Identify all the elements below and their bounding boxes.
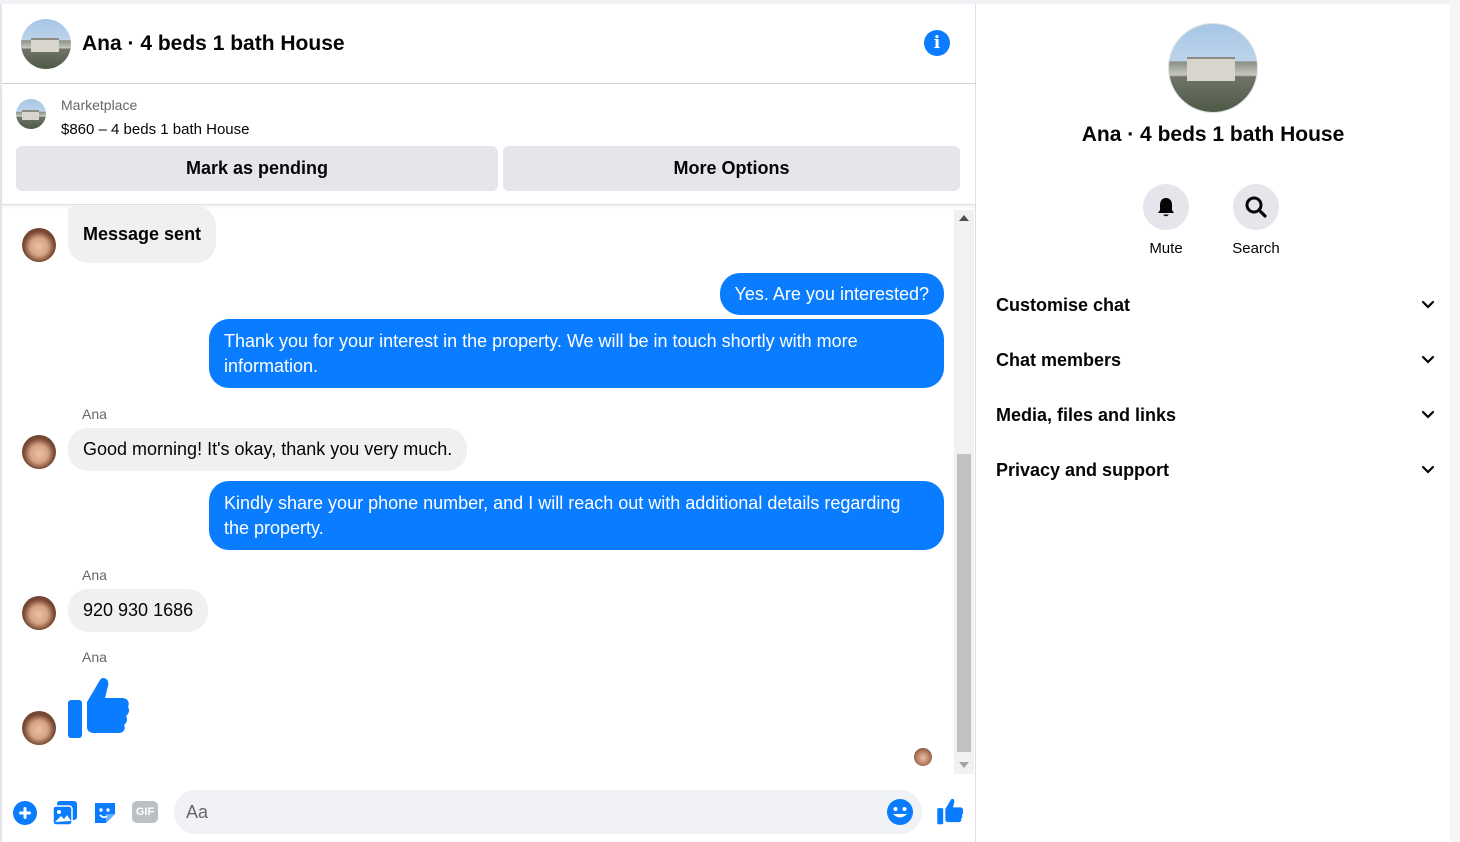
search-label: Search xyxy=(1232,240,1280,257)
photo-gallery-icon[interactable] xyxy=(52,800,78,826)
more-options-button[interactable]: More Options xyxy=(503,146,960,191)
conversation-title[interactable]: Ana · 4 beds 1 bath House xyxy=(82,32,345,56)
scroll-up-arrow-icon[interactable] xyxy=(959,215,969,221)
sticker-icon[interactable] xyxy=(92,800,118,826)
marketplace-listing: Marketplace $860 – 4 beds 1 bath House M… xyxy=(2,85,976,205)
sender-name: Ana xyxy=(82,567,107,583)
message-list: Message sent Yes. Are you interested? Th… xyxy=(2,206,976,772)
info-icon[interactable]: i xyxy=(924,30,950,56)
message-composer: GIF xyxy=(2,778,976,842)
section-customise-chat[interactable]: Customise chat xyxy=(996,285,1436,325)
search-action[interactable]: Search xyxy=(1216,184,1296,257)
section-privacy-support[interactable]: Privacy and support xyxy=(996,450,1436,490)
message-scrollbar[interactable] xyxy=(954,210,974,774)
section-chat-members[interactable]: Chat members xyxy=(996,340,1436,380)
message-bubble-incoming[interactable]: 920 930 1686 xyxy=(68,589,209,632)
chevron-down-icon xyxy=(1421,410,1435,419)
message-input[interactable] xyxy=(174,790,922,834)
emoji-icon[interactable] xyxy=(886,798,914,826)
plus-circle-icon[interactable] xyxy=(12,800,38,826)
page-scrollbar[interactable] xyxy=(1450,0,1460,842)
avatar[interactable] xyxy=(22,435,56,469)
message-bubble-outgoing[interactable]: Kindly share your phone number, and I wi… xyxy=(209,481,944,550)
mark-as-pending-button[interactable]: Mark as pending xyxy=(16,146,498,191)
avatar[interactable] xyxy=(22,596,56,630)
message-bubble-incoming[interactable]: Good morning! It's okay, thank you very … xyxy=(68,428,468,471)
section-label: Media, files and links xyxy=(996,404,1177,425)
scroll-down-arrow-icon[interactable] xyxy=(959,762,969,768)
chat-pane: Ana · 4 beds 1 bath House i Marketplace … xyxy=(0,4,976,842)
mute-label: Mute xyxy=(1149,240,1183,257)
message-bubble-incoming[interactable]: Message sent xyxy=(68,206,217,263)
section-media-files-links[interactable]: Media, files and links xyxy=(996,395,1436,435)
seen-indicator-avatar xyxy=(914,748,932,766)
mute-action[interactable]: Mute xyxy=(1126,184,1206,257)
messenger-window: Ana · 4 beds 1 bath House i Marketplace … xyxy=(0,0,1460,842)
info-panel-title: Ana · 4 beds 1 bath House xyxy=(1081,123,1345,146)
section-label: Privacy and support xyxy=(996,459,1170,480)
profile-avatar[interactable] xyxy=(1168,23,1258,113)
section-label: Customise chat xyxy=(996,294,1131,315)
section-label: Chat members xyxy=(996,349,1122,370)
search-button[interactable] xyxy=(1233,184,1279,230)
avatar[interactable] xyxy=(22,228,56,262)
chevron-down-icon xyxy=(1421,300,1435,309)
sender-name: Ana xyxy=(82,649,107,665)
mute-button[interactable] xyxy=(1143,184,1189,230)
message-bubble-outgoing[interactable]: Thank you for your interest in the prope… xyxy=(209,319,944,388)
listing-thumbnail[interactable] xyxy=(16,99,46,129)
listing-source-label: Marketplace xyxy=(61,97,138,113)
scrollbar-thumb[interactable] xyxy=(957,454,971,752)
sender-name: Ana xyxy=(82,406,107,422)
listing-price-title[interactable]: $860 – 4 beds 1 bath House xyxy=(61,121,249,138)
conversation-info-panel: Ana · 4 beds 1 bath House Mute Search Cu… xyxy=(976,4,1450,842)
message-bubble-outgoing[interactable]: Yes. Are you interested? xyxy=(719,273,944,315)
search-icon xyxy=(1245,196,1267,218)
bell-icon xyxy=(1158,198,1174,217)
chat-header: Ana · 4 beds 1 bath House i xyxy=(2,4,976,84)
chevron-down-icon xyxy=(1421,465,1435,474)
thumbs-up-icon[interactable] xyxy=(66,676,130,742)
chevron-down-icon xyxy=(1421,355,1435,364)
gif-icon[interactable]: GIF xyxy=(132,801,158,823)
avatar[interactable] xyxy=(22,711,56,745)
conversation-avatar[interactable] xyxy=(21,18,71,69)
like-button-icon[interactable] xyxy=(936,798,964,826)
